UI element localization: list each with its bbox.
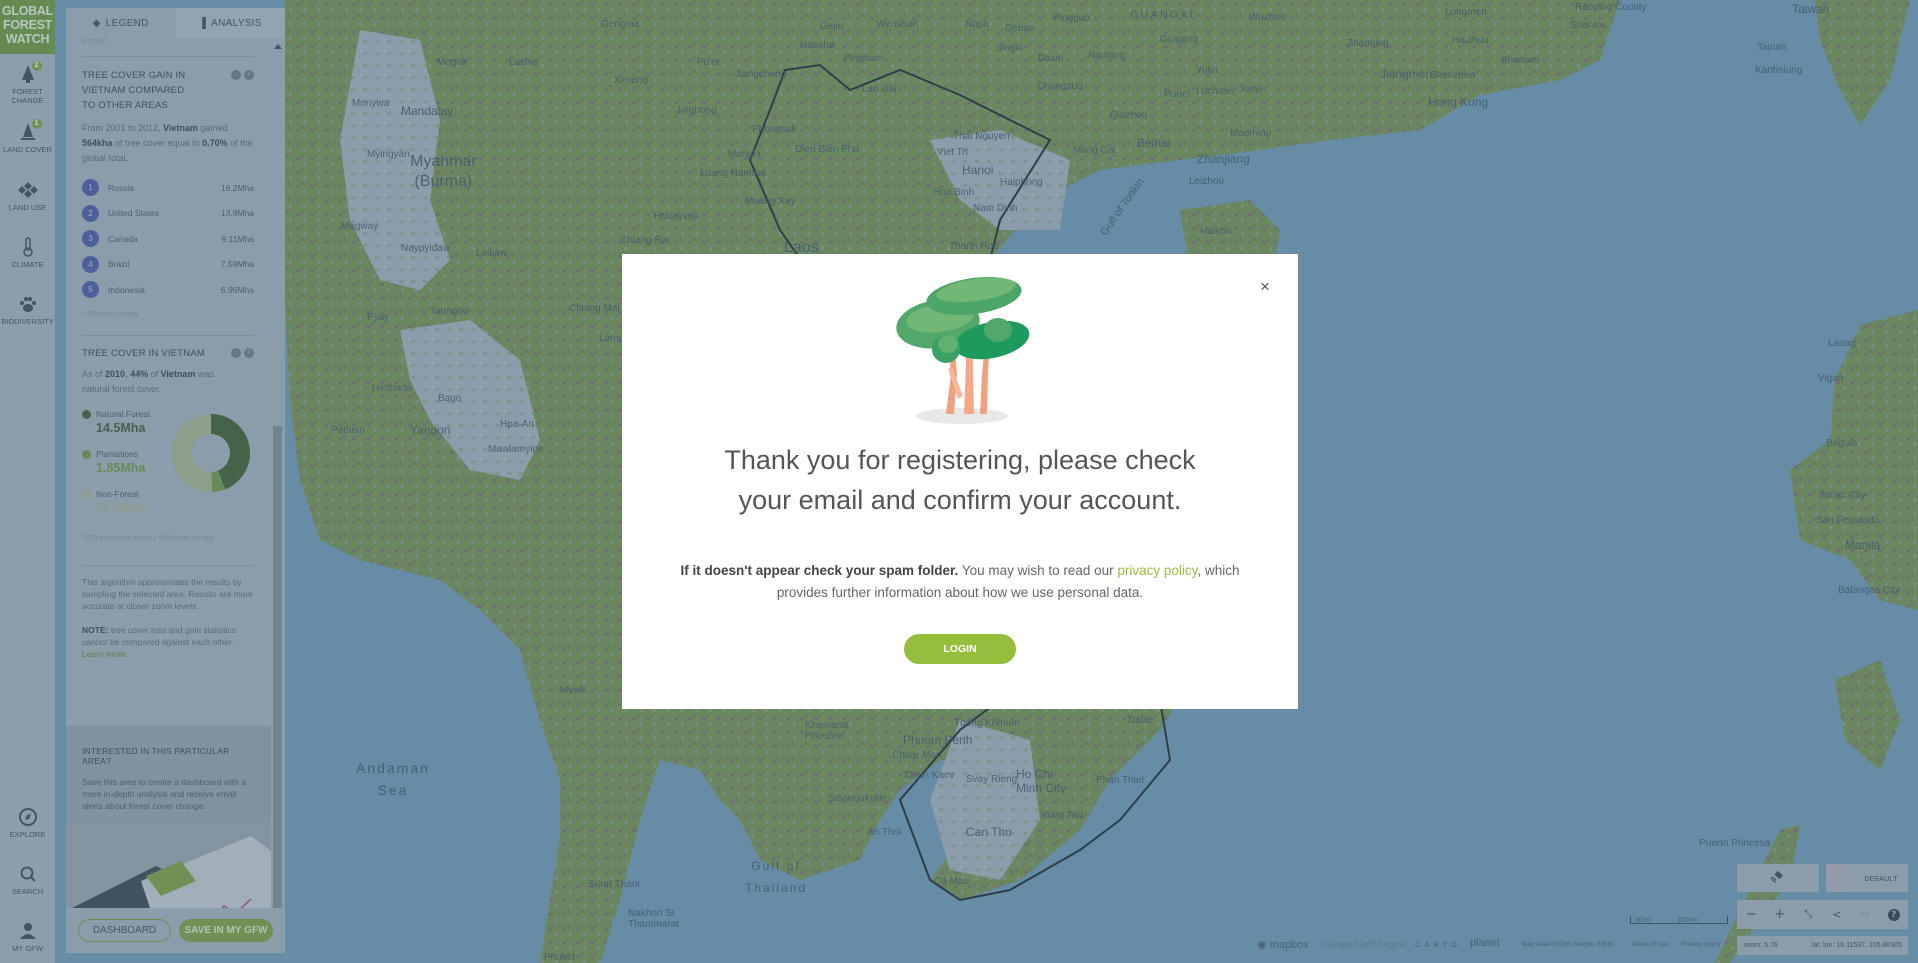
registration-confirm-modal: × Thank you for registering, please chec… xyxy=(622,254,1298,709)
login-button[interactable]: LOGIN xyxy=(904,634,1016,664)
modal-title: Thank you for registering, please check … xyxy=(724,445,1196,515)
close-button[interactable]: × xyxy=(1256,278,1274,296)
privacy-policy-link[interactable]: privacy policy xyxy=(1117,563,1197,578)
close-icon: × xyxy=(1260,277,1270,296)
trees-illustration xyxy=(896,276,1030,424)
modal-body: If it doesn't appear check your spam fol… xyxy=(680,563,1240,600)
